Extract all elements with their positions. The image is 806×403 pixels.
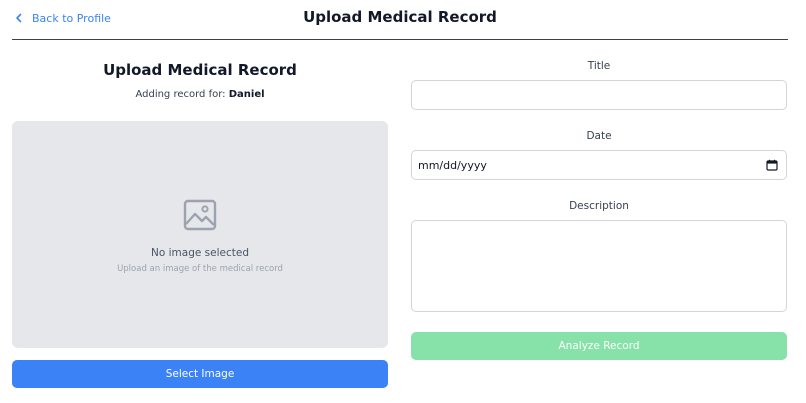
description-textarea[interactable] <box>411 220 787 312</box>
date-placeholder: mm/dd/yyyy <box>418 158 487 172</box>
no-image-hint: Upload an image of the medical record <box>117 264 283 274</box>
title-label: Title <box>587 60 611 72</box>
calendar-icon[interactable] <box>766 159 778 171</box>
record-form: Title Date mm/dd/yyyy Description Analyz… <box>411 40 787 403</box>
title-input[interactable] <box>411 80 787 110</box>
upload-panel: Upload Medical Record Adding record for:… <box>12 40 388 403</box>
image-preview-area[interactable]: No image selected Upload an image of the… <box>12 121 388 348</box>
patient-name: Daniel <box>228 89 265 100</box>
top-header: Back to Profile Upload Medical Record <box>12 0 788 40</box>
adding-record-for: Adding record for: Daniel <box>12 89 388 100</box>
upload-panel-title: Upload Medical Record <box>103 61 297 79</box>
image-icon <box>183 199 217 231</box>
adding-for-prefix: Adding record for: <box>135 89 226 100</box>
analyze-record-button[interactable]: Analyze Record <box>411 332 787 360</box>
page-title: Upload Medical Record <box>303 8 497 26</box>
description-label: Description <box>569 200 629 212</box>
date-input[interactable]: mm/dd/yyyy <box>411 150 787 180</box>
no-image-text: No image selected <box>151 247 249 259</box>
date-label: Date <box>586 130 612 142</box>
select-image-button[interactable]: Select Image <box>12 360 388 388</box>
